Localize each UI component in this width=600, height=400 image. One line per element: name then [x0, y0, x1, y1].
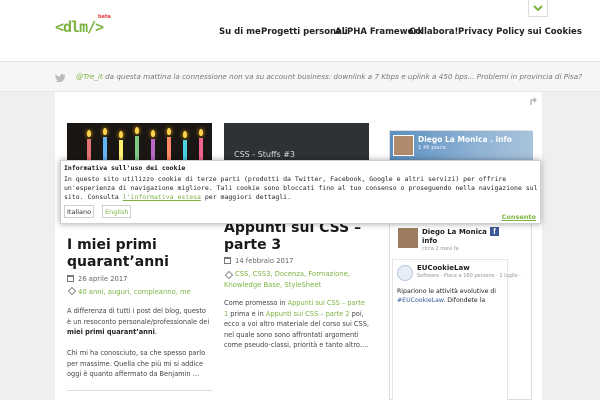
latest-tweet-bar: @Tre_it da questa mattina la connessione…	[0, 62, 600, 92]
post-thumbnail-css[interactable]: CSS - Stuffs #3	[224, 123, 369, 165]
post-tags-1[interactable]: 40 anni, auguri, compleanno, me	[78, 287, 210, 298]
post-excerpt-1: A differenza di tutti i post del blog, q…	[67, 307, 210, 378]
facebook-post-meta: Software · Piace a 180 persone · 1 lugli…	[417, 273, 521, 279]
facebook-page-time: circa 2 mesi fa	[422, 246, 459, 252]
nav-item-collabora[interactable]: Collabora!	[409, 27, 458, 37]
post-title-1[interactable]: I miei primi quarant’anni	[67, 237, 212, 271]
post-date-1: 26 aprile 2017	[67, 275, 128, 283]
tweet-handle-link[interactable]: @Tre_it	[76, 72, 103, 81]
nav-item-privacy-policy[interactable]: Privacy Policy sui Cookies	[458, 27, 582, 37]
site-header: <dlm/> beta Su di me Progetti personali …	[0, 0, 600, 62]
facebook-cover[interactable]: Diego La Monica . info 1 Mi piace	[390, 131, 533, 161]
facebook-page-avatar[interactable]	[398, 228, 418, 248]
site-logo[interactable]: <dlm/> beta	[55, 14, 111, 38]
facebook-avatar	[393, 135, 414, 156]
tweet-body: da questa mattina la connessione non va …	[102, 72, 583, 81]
logo-text: <dlm/>	[55, 18, 104, 36]
facebook-icon: f	[490, 227, 499, 236]
facebook-cover-sub: 1 Mi piace	[418, 145, 447, 151]
facebook-post: EUCookieLaw Software · Piace a 180 perso…	[392, 259, 521, 400]
post-title-2[interactable]: Appunti sui CSS – parte 3	[224, 220, 374, 254]
cookie-consent-button[interactable]: Consento	[502, 213, 536, 221]
facebook-cover-name[interactable]: Diego La Monica . info	[418, 135, 512, 144]
post-tags-2[interactable]: CSS, CSS3, Docenza, Formazione, Knowledg…	[224, 269, 369, 291]
post-excerpt-2: Come promesso in Appunti sui CSS – parte…	[224, 299, 369, 349]
post-thumbnail-label: CSS - Stuffs #3	[234, 150, 296, 159]
post-date-2: 14 febbraio 2017	[224, 257, 293, 265]
cookie-banner-title: Informativa sull'uso dei cookie	[64, 164, 186, 172]
tweet-text: @Tre_it da questa mattina la connessione…	[76, 72, 582, 81]
corner-expand-icon[interactable]	[530, 97, 539, 106]
twitter-bird-icon	[55, 74, 65, 82]
calendar-icon	[67, 275, 74, 282]
cookie-consent-banner: Informativa sull'uso dei cookie In quest…	[60, 160, 541, 224]
excerpt-link-parte-2[interactable]: Appunti sui CSS – parte 2	[266, 310, 350, 318]
language-english-button[interactable]: English	[102, 205, 132, 218]
post-thumbnail-birthday-cake[interactable]	[67, 123, 212, 165]
facebook-post-author[interactable]: EUCookieLaw	[417, 264, 470, 272]
tag-icon	[67, 286, 77, 296]
logo-beta-badge: beta	[98, 14, 111, 20]
eucookielaw-avatar[interactable]	[397, 265, 413, 281]
post-divider-1	[67, 390, 212, 391]
post-card-1	[67, 123, 212, 165]
post-card-2: CSS - Stuffs #3	[224, 123, 369, 165]
cookie-banner-text: In questo sito utilizzo cookie di terze …	[64, 175, 538, 201]
language-italian-button[interactable]: Italiano	[64, 205, 95, 218]
facebook-post-text: Ripariono le attività evolutive di #EUCo…	[397, 288, 497, 304]
content-panel: I miei primi quarant’anni 26 aprile 2017…	[55, 92, 542, 400]
nav-item-su-di-me[interactable]: Su di me	[219, 27, 261, 37]
cookie-policy-link[interactable]: l'informativa estesa	[123, 193, 201, 201]
chevron-down-icon	[533, 4, 543, 11]
calendar-icon	[224, 257, 231, 264]
header-toggle-button[interactable]	[528, 0, 548, 17]
facebook-post-hashtag[interactable]: #EUCookieLaw	[397, 297, 443, 304]
